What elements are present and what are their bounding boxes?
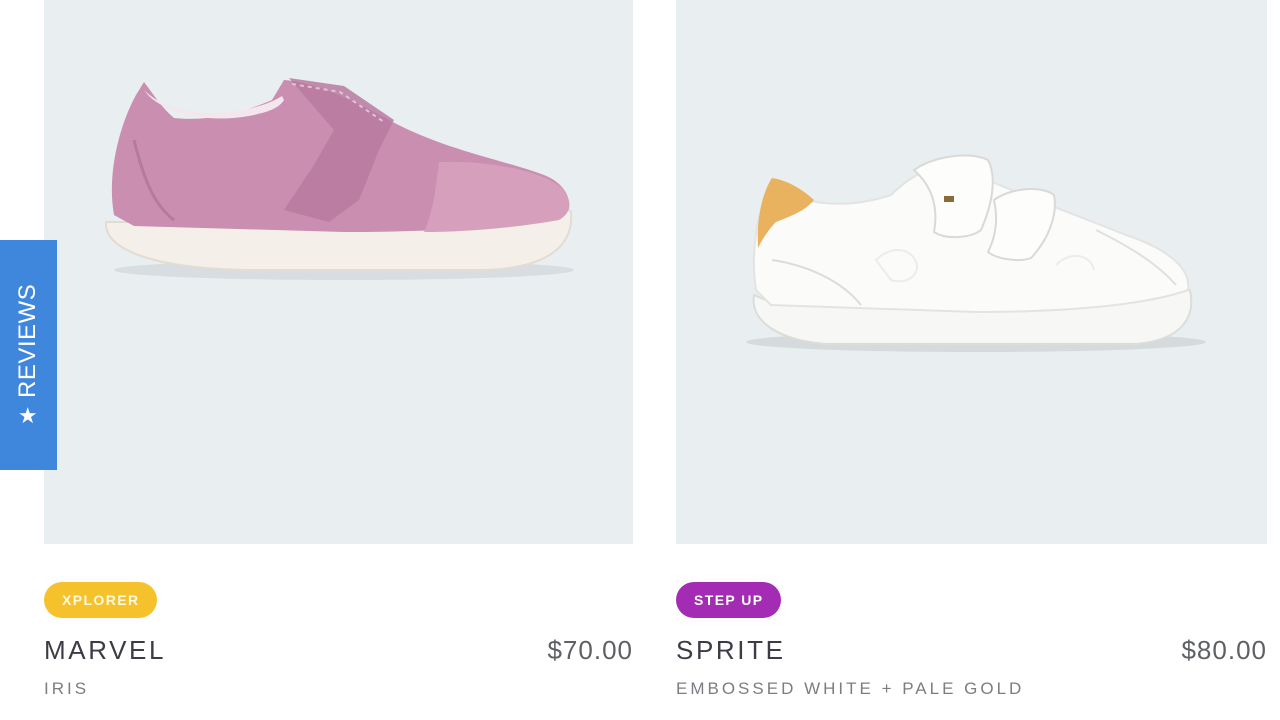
pink-shoe-image [104,78,574,280]
star-icon: ★ [17,403,39,429]
product-price: $70.00 [547,635,633,665]
reviews-tab-label: REVIEWS [14,283,41,398]
product-card-sprite[interactable]: STEP UP SPRITE $80.00 EMBOSSED WHITE + P… [676,0,1267,698]
product-name[interactable]: MARVEL [44,633,166,667]
collection-badge-xplorer: XPLORER [44,582,158,618]
product-variant: IRIS [44,679,90,698]
white-sneaker-image [746,154,1206,352]
reviews-tab-content: ★ REVIEWS [14,283,42,429]
product-card-marvel[interactable]: XPLORER MARVEL $70.00 IRIS [44,0,633,698]
collection-badge-step-up: STEP UP [676,582,782,618]
product-name[interactable]: SPRITE [676,633,786,667]
product-price: $80.00 [1181,635,1267,665]
reviews-side-tab[interactable]: ★ REVIEWS [0,240,57,470]
product-image-sprite[interactable] [676,0,1267,544]
product-variant: EMBOSSED WHITE + PALE GOLD [676,679,1025,698]
product-image-marvel[interactable] [44,0,633,544]
